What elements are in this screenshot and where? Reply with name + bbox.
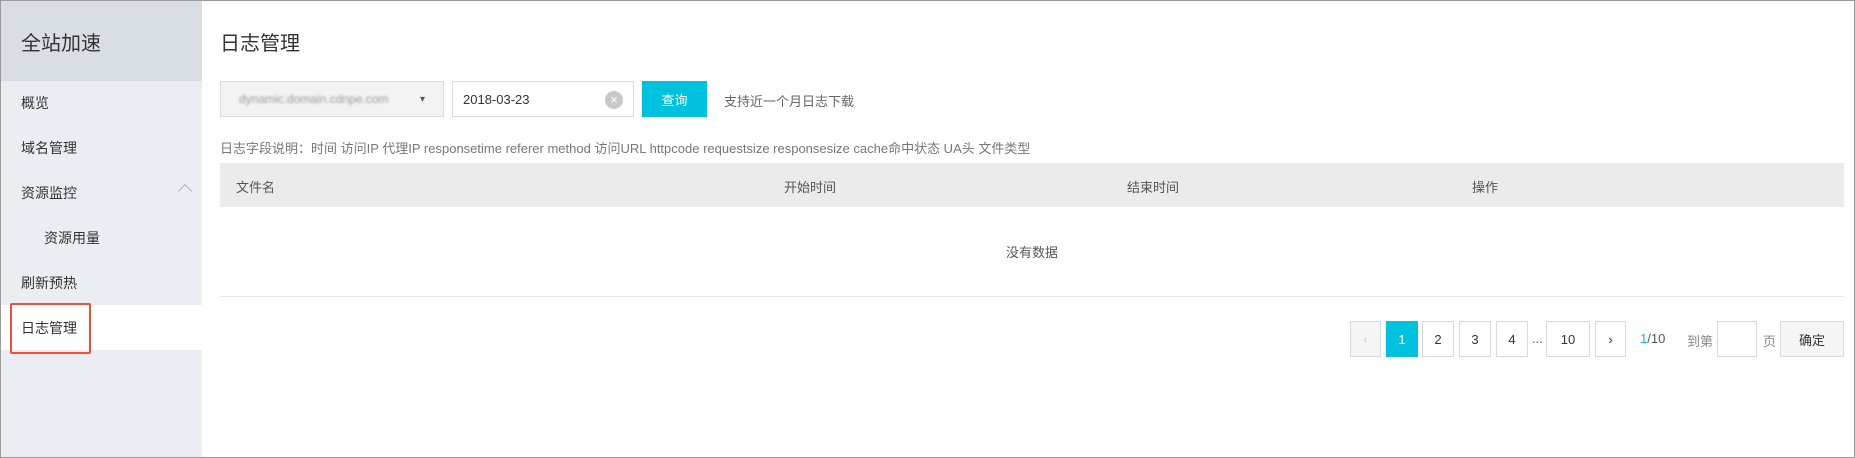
column-header-actions: 操作 [1472,180,1499,195]
page-indicator: 1/10 [1640,331,1665,346]
date-input[interactable]: 2018-03-23 × [452,81,634,117]
log-table: 文件名 开始时间 结束时间 操作 没有数据 [220,163,1844,297]
next-page-button[interactable]: › [1595,321,1626,357]
app-frame: 全站加速 概览 域名管理 资源监控 资源用量 刷新预热 日志管理 日志管理 dy… [0,0,1855,458]
total-pages: /10 [1647,331,1666,346]
sidebar-item-label: 日志管理 [21,319,77,336]
page-button-2[interactable]: 2 [1422,321,1454,357]
table-header: 文件名 开始时间 结束时间 操作 [220,163,1844,207]
sidebar-item-domain-management[interactable]: 域名管理 [1,125,202,170]
page-button-10[interactable]: 10 [1546,321,1590,357]
sidebar-item-log-management[interactable]: 日志管理 [1,305,202,350]
page-suffix-label: 页 [1763,334,1777,349]
domain-select[interactable]: dynamic.domain.cdnpe.com ▾ [220,81,444,117]
field-description: 日志字段说明：时间 访问IP 代理IP responsetime referer… [220,141,1031,156]
pagination-ellipsis: ... [1532,331,1543,346]
column-header-end-time: 结束时间 [1127,180,1180,195]
sidebar-item-overview[interactable]: 概览 [1,80,202,125]
page-button-4[interactable]: 4 [1496,321,1528,357]
sidebar-item-resource-usage[interactable]: 资源用量 [1,215,202,260]
confirm-button[interactable]: 确定 [1780,321,1844,357]
sidebar-item-resource-monitoring[interactable]: 资源监控 [1,170,202,215]
sidebar-item-label: 概览 [21,94,49,111]
clear-icon[interactable]: × [605,91,623,109]
download-hint: 支持近一个月日志下载 [724,94,855,109]
query-button[interactable]: 查询 [642,81,707,117]
sidebar-item-label: 资源用量 [44,229,100,246]
page-button-3[interactable]: 3 [1459,321,1491,357]
prev-page-button[interactable]: ‹ [1350,321,1381,357]
sidebar: 全站加速 概览 域名管理 资源监控 资源用量 刷新预热 日志管理 [1,1,202,457]
column-header-filename: 文件名 [236,180,276,195]
sidebar-title: 全站加速 [1,1,202,81]
main-content: 日志管理 dynamic.domain.cdnpe.com ▾ 2018-03-… [202,1,1854,457]
sidebar-item-refresh-prefetch[interactable]: 刷新预热 [1,260,202,305]
chevron-down-icon: ▾ [419,94,425,105]
page-title: 日志管理 [220,33,300,55]
page-button-1[interactable]: 1 [1386,321,1418,357]
sidebar-item-label: 域名管理 [21,139,77,156]
date-input-value: 2018-03-23 [463,91,530,107]
domain-select-value: dynamic.domain.cdnpe.com [239,92,389,106]
jump-page-input[interactable] [1717,321,1757,357]
empty-state: 没有数据 [220,207,1844,297]
column-header-start-time: 开始时间 [784,180,837,195]
sidebar-item-label: 资源监控 [21,184,77,201]
chevron-up-icon [177,183,193,199]
jump-label: 到第 [1687,334,1714,349]
sidebar-item-label: 刷新预热 [21,274,77,291]
